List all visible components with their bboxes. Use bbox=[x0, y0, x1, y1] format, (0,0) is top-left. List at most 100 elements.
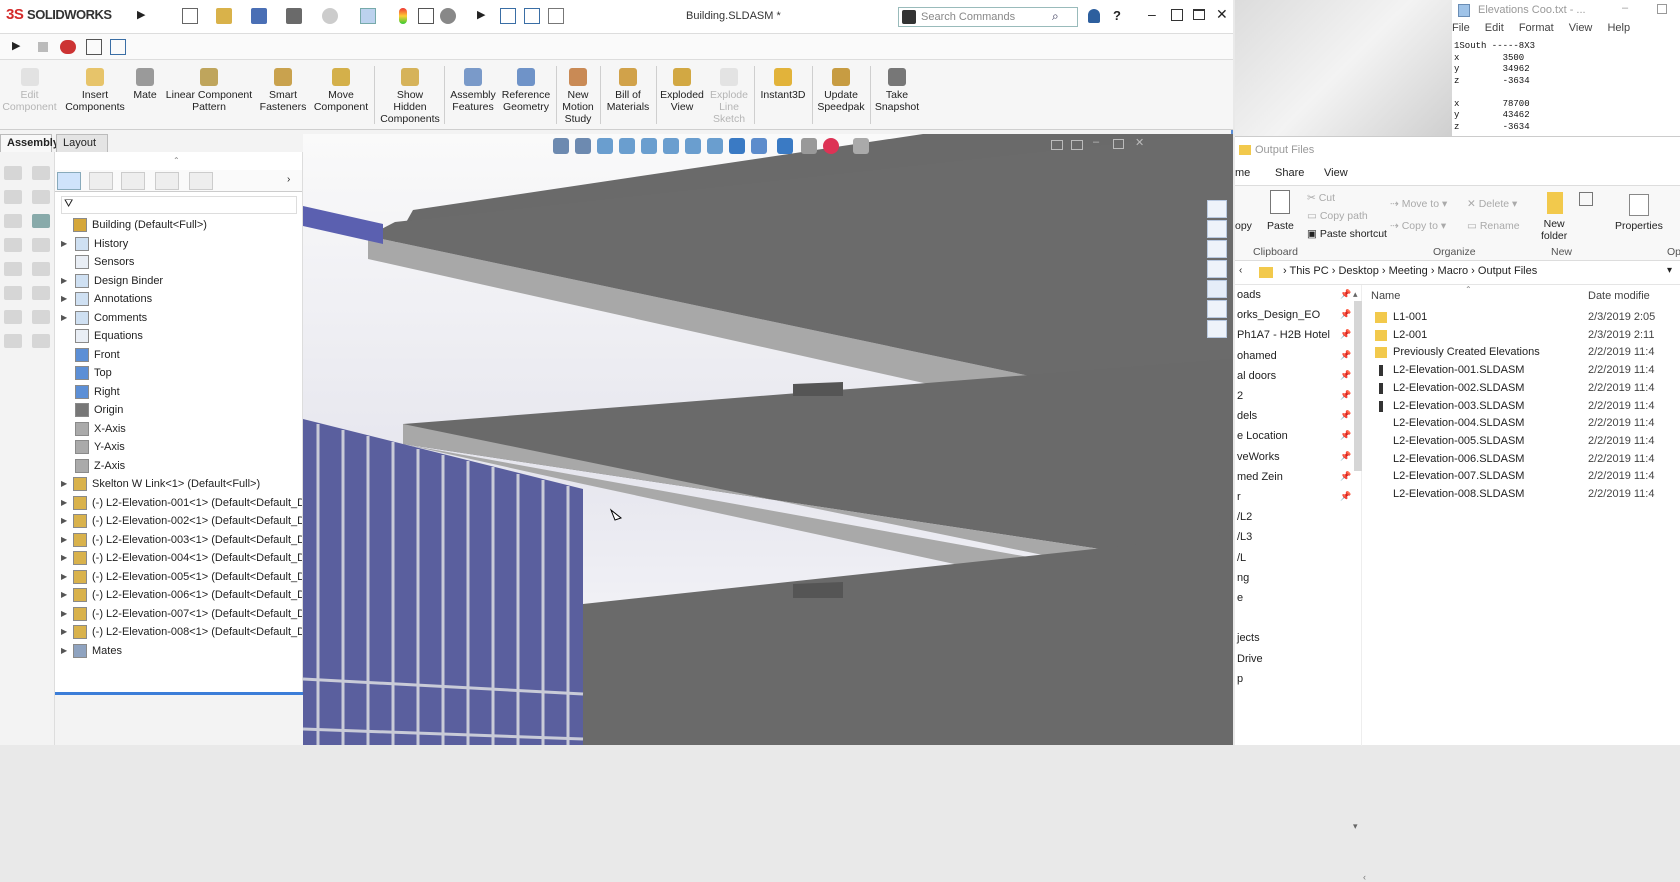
nav-item[interactable]: r bbox=[1237, 491, 1241, 503]
addin-icon[interactable] bbox=[548, 8, 564, 24]
nav-item[interactable]: e Location bbox=[1237, 430, 1288, 442]
file-row[interactable]: L2-Elevation-004.SLDASM 2/2/2019 11:4 bbox=[1363, 415, 1680, 433]
minimize-icon[interactable]: – bbox=[1148, 6, 1156, 22]
tree-item[interactable]: ▶ Comments bbox=[55, 309, 302, 327]
breadcrumb-item[interactable]: Desktop bbox=[1338, 265, 1378, 277]
tree-item[interactable]: ▶ (-) L2-Elevation-006<1> (Default<Defaul… bbox=[55, 586, 302, 604]
file-row[interactable]: L1-001 2/3/2019 2:05 bbox=[1363, 309, 1680, 327]
chevron-right-icon[interactable]: › bbox=[287, 174, 290, 185]
file-row[interactable]: Previously Created Elevations 2/2/2019 11… bbox=[1363, 344, 1680, 362]
run-macro-icon[interactable]: ▶ bbox=[477, 8, 493, 24]
tool-icon[interactable] bbox=[32, 238, 50, 252]
search-icon[interactable]: ⌕ bbox=[1052, 9, 1059, 24]
nav-item[interactable]: jects bbox=[1237, 632, 1260, 644]
macro-stop-icon[interactable] bbox=[38, 42, 48, 52]
menu-file[interactable]: File bbox=[1452, 22, 1470, 34]
property-manager-tab-icon[interactable] bbox=[89, 172, 113, 190]
color-wheel-icon[interactable] bbox=[823, 138, 839, 154]
file-properties-icon[interactable] bbox=[418, 8, 434, 24]
zoom-area-icon[interactable] bbox=[575, 138, 591, 154]
user-account-icon[interactable] bbox=[1088, 9, 1100, 23]
options-icon[interactable] bbox=[440, 8, 456, 24]
rendering-icon[interactable] bbox=[801, 138, 817, 154]
tree-item[interactable]: ▶ History bbox=[55, 235, 302, 253]
tree-item[interactable]: ▶ Skelton W Link<1> (Default<Full>) bbox=[55, 475, 302, 493]
hscroll-left-icon[interactable]: ‹ bbox=[1363, 872, 1366, 882]
view-settings-icon[interactable] bbox=[777, 138, 793, 154]
tree-item[interactable]: ▶ (-) L2-Elevation-005<1> (Default<Defaul… bbox=[55, 568, 302, 586]
update-speedpak-button[interactable]: Update Speedpak bbox=[816, 68, 866, 113]
menu-expand-icon[interactable]: ▶ bbox=[137, 8, 145, 21]
tab-share[interactable]: Share bbox=[1275, 167, 1304, 179]
tree-item[interactable]: ▶ (-) L2-Elevation-002<1> (Default<Defaul… bbox=[55, 512, 302, 530]
properties-button[interactable]: Properties bbox=[1615, 220, 1663, 232]
new-folder-button[interactable]: New folder bbox=[1541, 218, 1567, 242]
close-icon[interactable]: ✕ bbox=[1216, 6, 1228, 23]
macro-record-icon[interactable] bbox=[60, 40, 76, 54]
file-row[interactable]: L2-Elevation-007.SLDASM 2/2/2019 11:4 bbox=[1363, 468, 1680, 486]
expand-arrow-icon[interactable]: ▶ bbox=[61, 531, 67, 549]
expand-arrow-icon[interactable]: ▶ bbox=[61, 475, 67, 493]
minimize-icon[interactable]: – bbox=[1622, 2, 1628, 14]
nav-item[interactable]: dels bbox=[1237, 410, 1257, 422]
tree-item[interactable]: ▶ Design Binder bbox=[55, 272, 302, 290]
file-row[interactable]: L2-001 2/3/2019 2:11 bbox=[1363, 327, 1680, 345]
pin-icon[interactable]: 📌 bbox=[1340, 390, 1351, 401]
tab-assembly[interactable]: Assembly bbox=[0, 134, 59, 152]
new-motion-study-button[interactable]: New Motion Study bbox=[560, 68, 596, 125]
tree-item[interactable]: Origin bbox=[55, 401, 302, 419]
bill-of-materials-button[interactable]: Bill of Materials bbox=[604, 68, 652, 113]
instant3d-button[interactable]: Instant3D bbox=[758, 68, 808, 101]
tool-icon[interactable] bbox=[4, 238, 22, 252]
tree-item[interactable]: Z-Axis bbox=[55, 457, 302, 475]
dynamic-annotation-icon[interactable] bbox=[641, 138, 657, 154]
help-icon[interactable]: ? bbox=[1113, 8, 1121, 23]
file-row[interactable]: L2-Elevation-005.SLDASM 2/2/2019 11:4 bbox=[1363, 433, 1680, 451]
pin-icon[interactable]: 📌 bbox=[1340, 430, 1351, 441]
viewport-close-icon[interactable]: ✕ bbox=[1135, 136, 1144, 149]
display-manager-tab-icon[interactable] bbox=[189, 172, 213, 190]
explode-line-sketch-button[interactable]: Explode Line Sketch bbox=[708, 68, 750, 125]
copy-button[interactable]: opy bbox=[1235, 220, 1252, 232]
expand-arrow-icon[interactable]: ▶ bbox=[61, 642, 67, 660]
appearances-icon[interactable] bbox=[1207, 280, 1227, 298]
expand-arrow-icon[interactable]: ▶ bbox=[61, 568, 67, 586]
previous-view-icon[interactable] bbox=[597, 138, 613, 154]
section-view-icon[interactable] bbox=[619, 138, 635, 154]
expand-arrow-icon[interactable]: ▶ bbox=[61, 605, 67, 623]
breadcrumb-item[interactable]: This PC bbox=[1290, 265, 1329, 277]
nav-item[interactable]: ng bbox=[1237, 572, 1249, 584]
delete-button[interactable]: ✕ Delete ▾ bbox=[1467, 198, 1517, 210]
view-palette-icon[interactable] bbox=[1207, 260, 1227, 278]
display-style-icon[interactable] bbox=[685, 138, 701, 154]
mate-button[interactable]: Mate bbox=[130, 68, 160, 101]
file-row[interactable]: L2-Elevation-008.SLDASM 2/2/2019 11:4 bbox=[1363, 486, 1680, 504]
nav-item[interactable]: Ph1A7 - H2B Hotel bbox=[1237, 329, 1330, 341]
tree-item[interactable]: Building (Default<Full>) bbox=[55, 216, 302, 234]
tree-item[interactable]: Y-Axis bbox=[55, 438, 302, 456]
tool-icon[interactable] bbox=[32, 166, 50, 180]
tab-home[interactable]: me bbox=[1235, 167, 1250, 179]
open-document-icon[interactable] bbox=[216, 8, 232, 24]
tree-item[interactable]: X-Axis bbox=[55, 420, 302, 438]
file-row[interactable]: L2-Elevation-002.SLDASM 2/2/2019 11:4 bbox=[1363, 380, 1680, 398]
move-to-button[interactable]: ⇢ Move to ▾ bbox=[1390, 198, 1447, 210]
viewport-layout-icon[interactable] bbox=[1051, 140, 1063, 150]
tree-item[interactable]: ▶ (-) L2-Elevation-007<1> (Default<Defaul… bbox=[55, 605, 302, 623]
menu-edit[interactable]: Edit bbox=[1485, 22, 1504, 34]
pin-icon[interactable]: 📌 bbox=[1340, 370, 1351, 381]
assembly-features-button[interactable]: Assembly Features bbox=[448, 68, 498, 113]
configuration-manager-tab-icon[interactable] bbox=[121, 172, 145, 190]
smart-fasteners-button[interactable]: Smart Fasteners bbox=[258, 68, 308, 113]
nav-item[interactable]: orks_Design_EO bbox=[1237, 309, 1320, 321]
breadcrumb-item[interactable]: Meeting bbox=[1389, 265, 1428, 277]
maximize-icon[interactable] bbox=[1193, 9, 1205, 20]
pin-icon[interactable]: 📌 bbox=[1340, 309, 1351, 320]
print-icon[interactable] bbox=[286, 8, 302, 24]
cut-button[interactable]: ✂ Cut bbox=[1307, 192, 1335, 204]
macro-edit-icon-2[interactable] bbox=[110, 39, 126, 55]
tree-filter-input[interactable]: ⛛ bbox=[61, 196, 297, 214]
copy-to-button[interactable]: ⇢ Copy to ▾ bbox=[1390, 220, 1446, 232]
tree-item[interactable]: ▶ (-) L2-Elevation-004<1> (Default<Defaul… bbox=[55, 549, 302, 567]
viewport-layout-icon[interactable] bbox=[1071, 140, 1083, 150]
